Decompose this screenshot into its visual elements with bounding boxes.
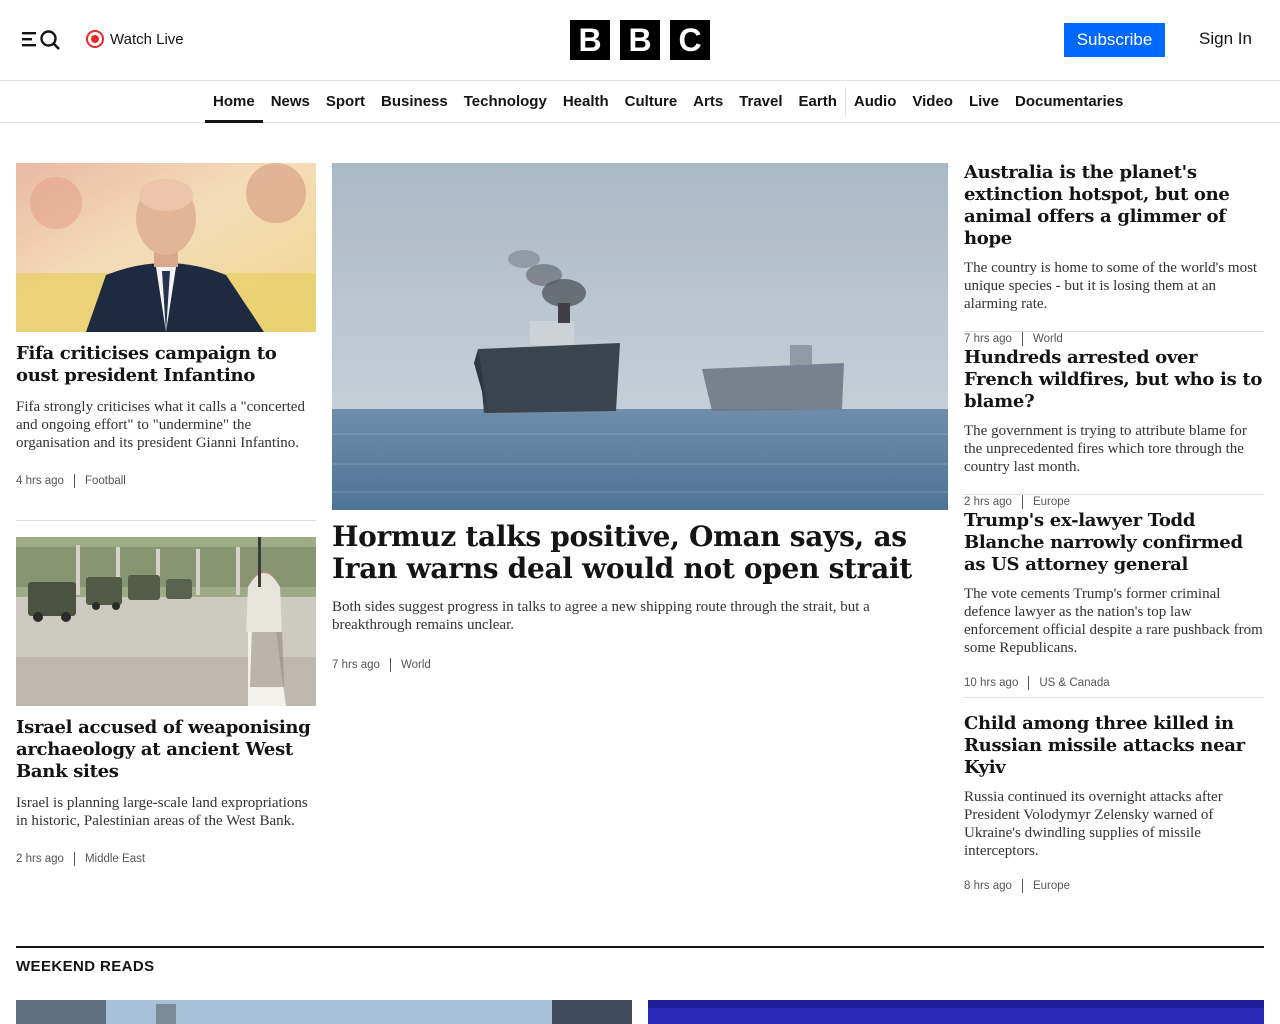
nav-item-live[interactable]: Live — [961, 81, 1007, 122]
story-summary: Russia continued its overnight attacks a… — [964, 789, 1223, 859]
weekend-read-image-2[interactable] — [648, 1000, 1264, 1024]
story-category[interactable]: Europe — [1033, 496, 1070, 508]
story-category[interactable]: Football — [85, 475, 126, 487]
story-divider — [16, 520, 316, 521]
lead-story-meta: 7 hrs ago World — [332, 658, 948, 672]
menu-icon — [22, 30, 60, 50]
logo-letter-b2: B — [620, 20, 660, 60]
story-meta: 7 hrs ago World — [964, 332, 1264, 346]
nav-item-home[interactable]: Home — [205, 81, 263, 123]
story-card-fifa: Fifa criticises campaign to oust preside… — [16, 343, 316, 488]
story-time: 10 hrs ago — [964, 677, 1019, 689]
nav-item-earth[interactable]: Earth — [791, 81, 845, 122]
story-meta: 10 hrs ago US & Canada — [964, 676, 1264, 690]
logo-letter-c: C — [670, 20, 710, 60]
lead-story-summary: Both sides suggest progress in talks to … — [332, 599, 870, 633]
story-category[interactable]: US & Canada — [1039, 677, 1109, 689]
site-header: Watch Live B B C Subscribe Sign In — [0, 0, 1280, 81]
sign-in-button[interactable]: Sign In — [1199, 29, 1252, 49]
nav-item-video[interactable]: Video — [904, 81, 961, 122]
story-summary: The vote cements Trump's former criminal… — [964, 586, 1263, 656]
story-time: 7 hrs ago — [964, 333, 1012, 345]
story-headline[interactable]: Hundreds arrested over French wildfires,… — [964, 347, 1264, 413]
nav-item-business[interactable]: Business — [373, 81, 456, 122]
story-category[interactable]: World — [401, 659, 431, 671]
story-time: 2 hrs ago — [964, 496, 1012, 508]
story-meta: 4 hrs ago Football — [16, 474, 316, 488]
story-card-todd-blanche: Trump's ex-lawyer Todd Blanche narrowly … — [964, 510, 1264, 690]
watch-live-link[interactable]: Watch Live — [86, 29, 184, 49]
story-headline[interactable]: Child among three killed in Russian miss… — [964, 713, 1264, 779]
meta-separator — [73, 474, 75, 488]
meta-separator — [1021, 332, 1023, 346]
story-time: 4 hrs ago — [16, 475, 64, 487]
story-time: 2 hrs ago — [16, 853, 64, 865]
nav-item-arts[interactable]: Arts — [685, 81, 731, 122]
story-meta: 2 hrs ago Europe — [964, 495, 1264, 509]
meta-separator — [389, 658, 391, 672]
nav-item-health[interactable]: Health — [555, 81, 617, 122]
story-category[interactable]: Middle East — [85, 853, 145, 865]
nav-item-sport[interactable]: Sport — [318, 81, 373, 122]
story-category[interactable]: Europe — [1033, 880, 1070, 892]
meta-separator — [1021, 495, 1023, 509]
story-time: 7 hrs ago — [332, 659, 380, 671]
nav-item-travel[interactable]: Travel — [731, 81, 790, 122]
story-card-australia: Australia is the planet's extinction hot… — [964, 162, 1264, 346]
story-category[interactable]: World — [1033, 333, 1063, 345]
meta-separator — [1028, 676, 1030, 690]
story-divider — [964, 494, 1264, 495]
lead-story-headline[interactable]: Hormuz talks positive, Oman says, as Ira… — [332, 521, 948, 585]
story-headline[interactable]: Fifa criticises campaign to oust preside… — [16, 343, 316, 387]
bbc-logo[interactable]: B B C — [570, 20, 710, 60]
story-card-french-wildfires: Hundreds arrested over French wildfires,… — [964, 347, 1264, 509]
nav-list: Home News Sport Business Technology Heal… — [205, 81, 1131, 123]
story-summary: Fifa strongly criticises what it calls a… — [16, 399, 305, 451]
story-summary: The government is trying to attribute bl… — [964, 423, 1247, 475]
story-meta: 8 hrs ago Europe — [964, 879, 1264, 893]
meta-separator — [73, 852, 75, 866]
live-dot-icon — [86, 30, 104, 48]
story-meta: 2 hrs ago Middle East — [16, 852, 316, 866]
nav-item-culture[interactable]: Culture — [617, 81, 686, 122]
story-headline[interactable]: Trump's ex-lawyer Todd Blanche narrowly … — [964, 510, 1264, 576]
search-icon — [40, 30, 60, 50]
story-summary: Israel is planning large-scale land expr… — [16, 795, 308, 829]
meta-separator — [1021, 879, 1023, 893]
section-title-weekend-reads[interactable]: WEEKEND READS — [16, 958, 155, 975]
menu-search-button[interactable] — [20, 28, 62, 50]
watch-live-label: Watch Live — [110, 30, 184, 48]
story-summary: The country is home to some of the world… — [964, 260, 1258, 312]
story-image-infantino[interactable] — [16, 163, 316, 332]
story-headline[interactable]: Israel accused of weaponising archaeolog… — [16, 717, 316, 783]
nav-item-news[interactable]: News — [263, 81, 318, 122]
weekend-read-image-1[interactable] — [16, 1000, 632, 1024]
story-image-west-bank[interactable] — [16, 537, 316, 706]
story-card-kyiv: Child among three killed in Russian miss… — [964, 713, 1264, 893]
subscribe-button[interactable]: Subscribe — [1064, 23, 1165, 57]
story-divider — [964, 697, 1264, 698]
story-headline[interactable]: Australia is the planet's extinction hot… — [964, 162, 1264, 250]
story-time: 8 hrs ago — [964, 880, 1012, 892]
nav-item-audio[interactable]: Audio — [846, 81, 905, 122]
main-nav: Home News Sport Business Technology Heal… — [0, 81, 1280, 123]
lead-story-card: Hormuz talks positive, Oman says, as Ira… — [332, 521, 948, 672]
nav-item-technology[interactable]: Technology — [456, 81, 555, 122]
lead-story-image-ships[interactable] — [332, 163, 948, 510]
section-rule — [16, 946, 1264, 948]
logo-letter-b1: B — [570, 20, 610, 60]
story-divider — [964, 331, 1264, 332]
story-card-west-bank: Israel accused of weaponising archaeolog… — [16, 717, 316, 866]
nav-item-documentaries[interactable]: Documentaries — [1007, 81, 1131, 122]
